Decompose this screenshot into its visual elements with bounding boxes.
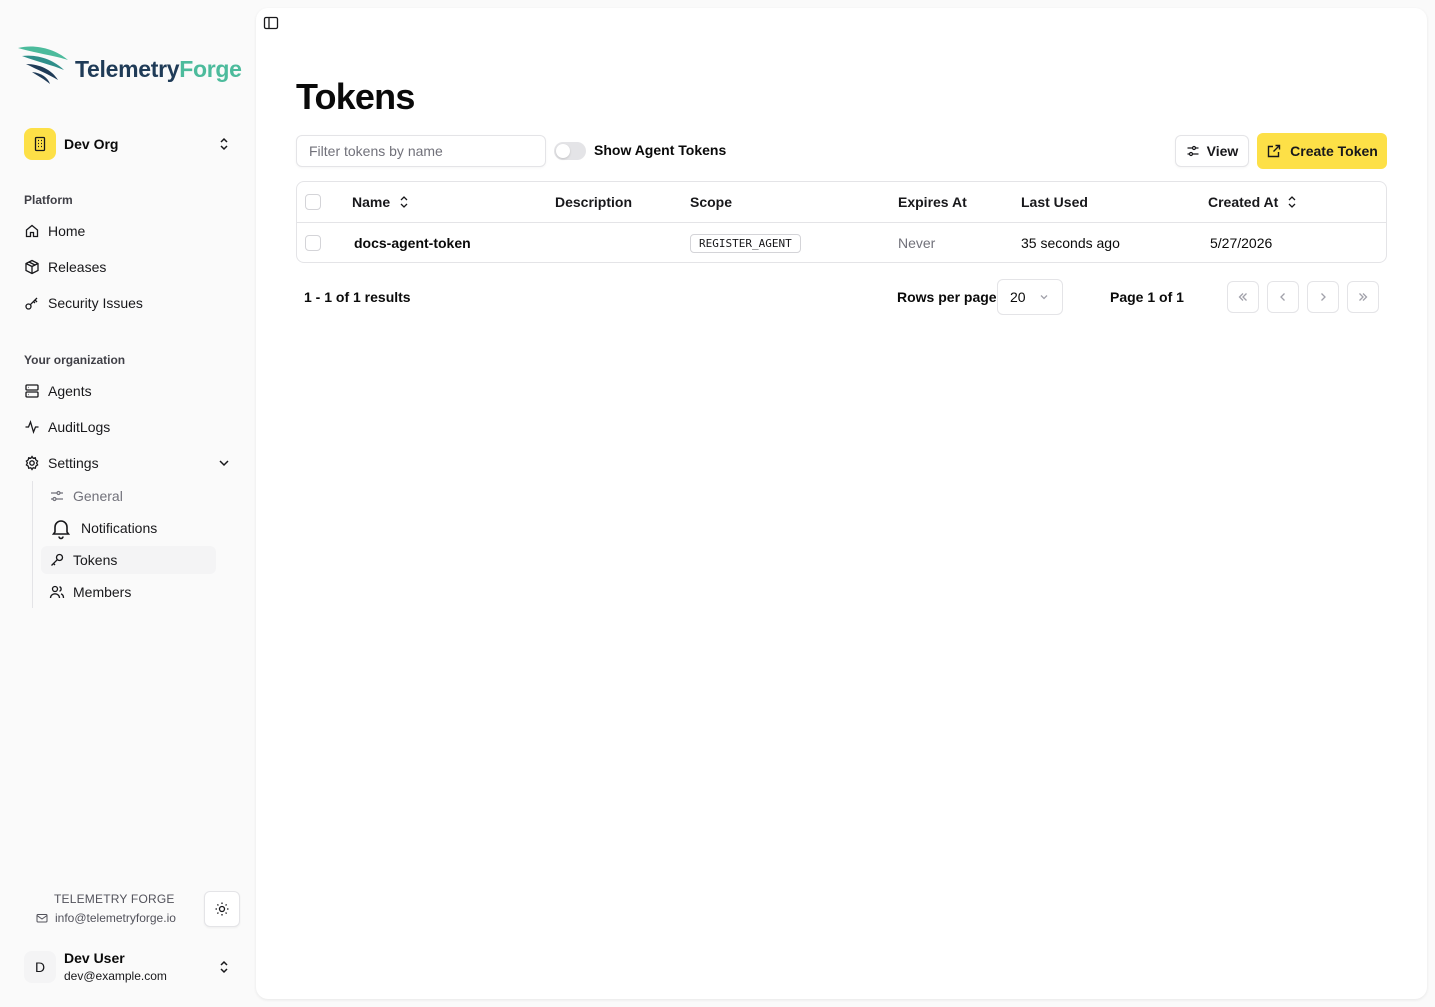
sidebar-item-label: General <box>73 488 123 504</box>
page-title: Tokens <box>296 76 415 117</box>
user-email: dev@example.com <box>64 969 167 983</box>
sidebar-item-label: Tokens <box>73 552 118 568</box>
sliders-icon <box>49 488 65 504</box>
main-panel: Tokens Show Agent Tokens View Create Tok… <box>256 8 1427 999</box>
sidebar-item-security-issues[interactable]: Security Issues <box>16 287 240 319</box>
building-icon <box>24 128 56 160</box>
package-icon <box>24 259 40 275</box>
create-token-button[interactable]: Create Token <box>1257 133 1387 169</box>
platform-group-label: Platform <box>24 193 73 207</box>
show-agent-tokens-label: Show Agent Tokens <box>594 142 727 158</box>
show-agent-tokens-toggle[interactable] <box>554 142 586 160</box>
key-icon <box>24 295 40 311</box>
sidebar-item-settings[interactable]: Settings <box>16 447 240 479</box>
filter-tokens-input[interactable] <box>296 135 546 167</box>
table-row[interactable]: docs-agent-token REGISTER_AGENT Never 35… <box>297 223 1386 262</box>
results-count: 1 - 1 of 1 results <box>304 289 411 305</box>
home-icon <box>24 223 40 239</box>
bell-icon <box>49 516 73 540</box>
mail-icon <box>36 912 48 924</box>
sidebar-item-label: Home <box>48 223 86 239</box>
column-header-last-used: Last Used <box>1021 194 1088 210</box>
token-expires: Never <box>898 235 936 251</box>
sidebar-item-notifications[interactable]: Notifications <box>41 514 216 542</box>
user-menu[interactable]: D Dev User dev@example.com <box>16 946 240 988</box>
chevron-left-icon <box>1280 293 1285 301</box>
brand-logo[interactable]: TelemetryForge <box>16 42 242 86</box>
footer-brand-name: TELEMETRY FORGE <box>54 892 175 906</box>
user-info: Dev User dev@example.com <box>64 949 216 985</box>
sort-icon <box>1288 196 1296 208</box>
table-header: Name Description Scope Expires At Last U… <box>297 182 1386 223</box>
users-icon <box>49 584 65 600</box>
sidebar-toggle-button[interactable] <box>263 15 279 31</box>
sidebar-item-auditlogs[interactable]: AuditLogs <box>16 411 240 443</box>
column-header-description: Description <box>555 194 633 210</box>
gear-icon <box>24 455 40 471</box>
sidebar-item-releases[interactable]: Releases <box>16 251 240 283</box>
token-scope-cell: REGISTER_AGENT <box>690 223 801 262</box>
chevron-down-icon <box>1040 295 1048 300</box>
sliders-icon <box>1186 144 1200 158</box>
sun-icon <box>215 902 229 916</box>
last-page-button[interactable] <box>1347 281 1379 313</box>
sidebar-item-tokens[interactable]: Tokens <box>41 546 216 574</box>
previous-page-button[interactable] <box>1267 281 1299 313</box>
row-checkbox[interactable] <box>305 235 321 251</box>
rows-per-page-label: Rows per page <box>897 289 997 305</box>
sidebar-item-label: Notifications <box>81 520 158 536</box>
theme-toggle-button[interactable] <box>204 891 240 927</box>
sort-icon <box>400 196 408 208</box>
chevrons-right-icon <box>1359 293 1368 301</box>
sidebar-item-members[interactable]: Members <box>41 578 216 606</box>
sidebar-item-general[interactable]: General <box>41 482 216 510</box>
chevrons-up-down-icon <box>220 137 228 151</box>
next-page-button[interactable] <box>1307 281 1339 313</box>
scope-badge: REGISTER_AGENT <box>690 233 801 253</box>
org-group-label: Your organization <box>24 353 126 367</box>
user-name: Dev User <box>64 950 125 966</box>
token-created: 5/27/2026 <box>1210 235 1273 251</box>
column-header-created-at[interactable]: Created At <box>1208 182 1298 222</box>
rows-per-page-select[interactable]: 20 <box>997 279 1063 315</box>
tokens-table: Name Description Scope Expires At Last U… <box>296 181 1387 263</box>
wing-logo-icon <box>18 46 68 84</box>
avatar: D <box>24 951 56 983</box>
page-info: Page 1 of 1 <box>1110 289 1184 305</box>
toggle-knob <box>556 144 570 158</box>
sidebar-item-label: AuditLogs <box>48 419 111 435</box>
sidebar-item-label: Settings <box>48 455 99 471</box>
settings-submenu-line <box>32 481 33 608</box>
org-name: Dev Org <box>64 136 119 152</box>
sidebar-item-home[interactable]: Home <box>16 215 240 247</box>
sidebar-item-label: Security Issues <box>48 295 143 311</box>
token-last-used: 35 seconds ago <box>1021 235 1120 251</box>
brand-name: TelemetryForge <box>75 55 242 82</box>
view-options-button[interactable]: View <box>1175 135 1249 167</box>
sidebar-item-label: Releases <box>48 259 107 275</box>
external-link-icon <box>1266 143 1282 159</box>
sidebar-item-label: Agents <box>48 383 92 399</box>
sidebar-item-agents[interactable]: Agents <box>16 375 240 407</box>
chevron-right-icon <box>1321 293 1326 301</box>
row-checkbox-cell <box>305 223 321 262</box>
footer-brand-email[interactable]: info@telemetryforge.io <box>36 911 176 925</box>
column-header-scope: Scope <box>690 194 733 210</box>
column-header-expires-at: Expires At <box>898 194 967 210</box>
first-page-button[interactable] <box>1227 281 1259 313</box>
activity-icon <box>24 419 40 435</box>
chevron-down-icon <box>219 460 229 467</box>
column-header-name[interactable]: Name <box>352 182 410 222</box>
key-icon <box>49 552 65 568</box>
sidebar: TelemetryForge Dev Org Platform Home Rel… <box>0 0 256 1007</box>
select-all-checkbox-cell <box>305 182 321 222</box>
panel-left-icon <box>263 16 279 30</box>
chevrons-up-down-icon <box>220 960 228 974</box>
select-all-checkbox[interactable] <box>305 194 321 210</box>
server-icon <box>24 383 40 399</box>
org-switcher[interactable]: Dev Org <box>16 124 240 164</box>
chevrons-left-icon <box>1238 293 1247 301</box>
sidebar-item-label: Members <box>73 584 132 600</box>
token-name[interactable]: docs-agent-token <box>354 223 471 262</box>
